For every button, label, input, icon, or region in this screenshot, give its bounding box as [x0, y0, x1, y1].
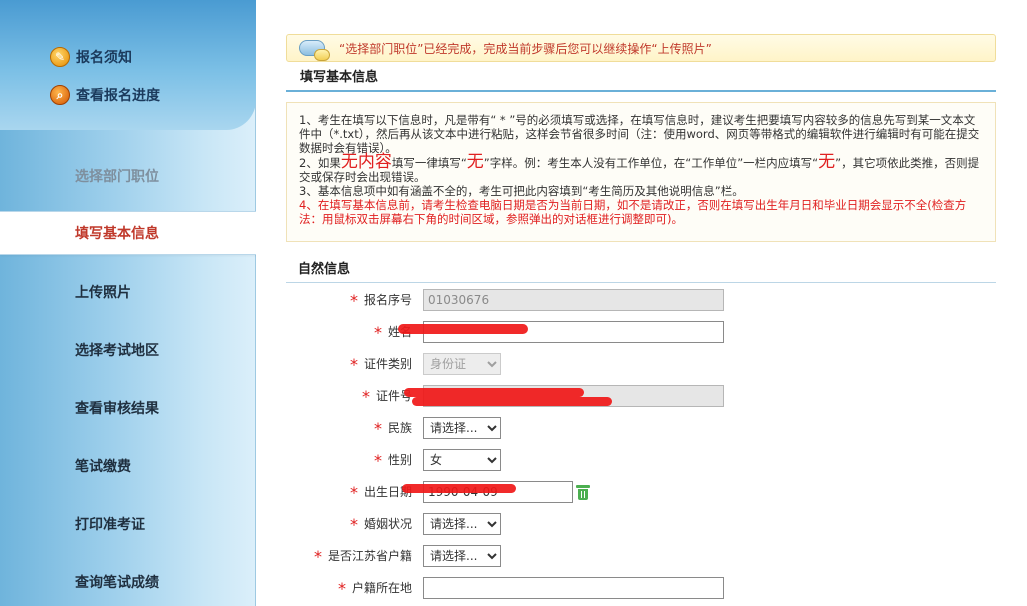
ethnicity-label: * 民族: [373, 418, 412, 438]
gender-select[interactable]: 女: [423, 449, 501, 471]
redaction-mark: [404, 388, 584, 397]
instruction-3: 3、基本信息项中如有涵盖不全的，考生可把此内容填到“考生简历及其他说明信息”栏。: [299, 184, 744, 198]
sidebar-item-exam-region[interactable]: 选择考试地区: [0, 328, 256, 372]
sidebar-item-label: 打印准考证: [75, 517, 145, 533]
id-type-label: * 证件类别: [349, 354, 412, 374]
jiangsu-hukou-select[interactable]: 请选择...: [423, 545, 501, 567]
sidebar-item-label: 填写基本信息: [75, 226, 159, 242]
redaction-mark: [412, 397, 612, 406]
sidebar-item-exam-score[interactable]: 查询笔试成绩: [0, 560, 256, 604]
instruction-4: 4、在填写基本信息前，请考生检查电脑日期是否为当前日期，如不是请改正，否则在填写…: [299, 198, 967, 226]
notice-text: “选择部门职位”已经完成，完成当前步骤后您可以继续操作“上传照片”: [339, 41, 712, 56]
reg-no-field: [423, 289, 724, 311]
row-reg-no: * 报名序号: [286, 287, 996, 313]
marital-select[interactable]: 请选择...: [423, 513, 501, 535]
instruction-1: 1、考生在填写以下信息时，凡是带有“ * ”号的必须填写或选择，在填写信息时，建…: [299, 113, 980, 155]
sidebar-item-upload-photo[interactable]: 上传照片: [0, 270, 256, 314]
search-icon: ⌕: [50, 85, 70, 105]
marital-label: * 婚姻状况: [349, 514, 412, 534]
reg-no-label: * 报名序号: [349, 290, 412, 310]
pencil-icon: ✎: [50, 47, 70, 67]
chat-bubble-icon: [299, 40, 330, 61]
sidebar-item-label: 选择部门职位: [75, 169, 159, 185]
row-marital: * 婚姻状况 请选择...: [286, 511, 996, 537]
sidebar-item-label: 查看审核结果: [75, 401, 159, 417]
ethnicity-select[interactable]: 请选择...: [423, 417, 501, 439]
sidebar-item-print-admission[interactable]: 打印准考证: [0, 502, 256, 546]
section-natural-info-title: 自然信息: [286, 257, 996, 283]
page-title: 填写基本信息: [286, 66, 996, 92]
sidebar-item-select-position[interactable]: 选择部门职位: [0, 154, 256, 198]
row-id-type: * 证件类别 身份证: [286, 351, 996, 377]
sidebar-item-label: 上传照片: [75, 285, 131, 301]
row-hukou-location: * 户籍所在地: [286, 575, 996, 601]
instruction-2: 2、如果无内容填写一律填写“无”字样。例：考生本人没有工作单位，在“工作单位”一…: [299, 152, 980, 185]
status-notice: “选择部门职位”已经完成，完成当前步骤后您可以继续操作“上传照片”: [286, 34, 996, 62]
redaction-mark: [402, 484, 516, 493]
id-no-label: * 证件号: [361, 386, 412, 406]
gender-label: * 性别: [373, 450, 412, 470]
row-birth-date: * 出生日期: [286, 479, 996, 505]
registration-notes-link[interactable]: ✎ 报名须知: [50, 46, 132, 68]
sidebar: ✎ 报名须知 ⌕ 查看报名进度 选择部门职位 填写基本信息 上传照片 选择考试地…: [0, 0, 266, 606]
hukou-location-input[interactable]: [423, 577, 724, 599]
sidebar-item-review-result[interactable]: 查看审核结果: [0, 386, 256, 430]
trash-icon[interactable]: [576, 484, 590, 500]
row-name: *姓名: [286, 319, 996, 345]
instructions-box: 1、考生在填写以下信息时，凡是带有“ * ”号的必须填写或选择，在填写信息时，建…: [286, 102, 996, 242]
sidebar-item-basic-info[interactable]: 填写基本信息: [0, 211, 266, 255]
row-gender: * 性别 女: [286, 447, 996, 473]
sidebar-item-label: 选择考试地区: [75, 343, 159, 359]
redaction-mark: [398, 324, 528, 334]
sidebar-item-exam-payment[interactable]: 笔试缴费: [0, 444, 256, 488]
row-jiangsu-hukou: * 是否江苏省户籍 请选择...: [286, 543, 996, 569]
check-progress-label: 查看报名进度: [76, 88, 160, 104]
main-content: “选择部门职位”已经完成，完成当前步骤后您可以继续操作“上传照片” 填写基本信息…: [256, 0, 1027, 606]
sidebar-item-label: 笔试缴费: [75, 459, 131, 475]
id-type-select[interactable]: 身份证: [423, 353, 501, 375]
registration-notes-label: 报名须知: [76, 50, 132, 66]
row-id-no: * 证件号: [286, 383, 996, 409]
sidebar-item-label: 查询笔试成绩: [75, 575, 159, 591]
check-progress-link[interactable]: ⌕ 查看报名进度: [50, 84, 160, 106]
row-ethnicity: * 民族 请选择...: [286, 415, 996, 441]
hukou-location-label: * 户籍所在地: [337, 578, 412, 598]
jiangsu-hukou-label: * 是否江苏省户籍: [313, 546, 412, 566]
